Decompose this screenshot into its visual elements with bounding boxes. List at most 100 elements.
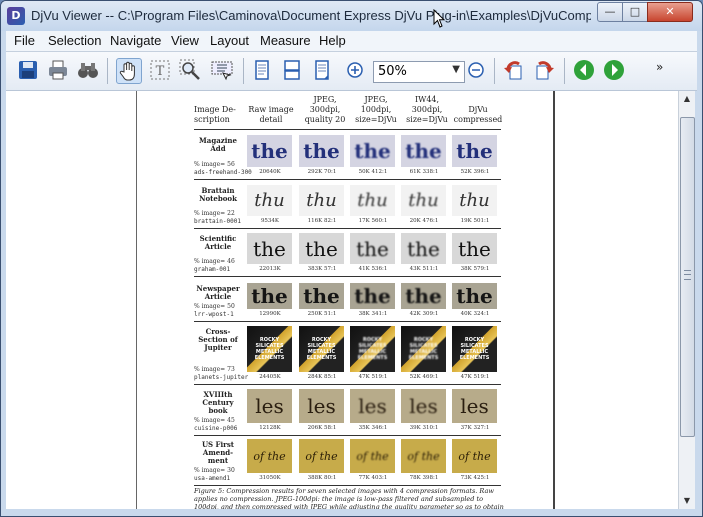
region-select-button[interactable] [210, 58, 234, 82]
more-chevron-icon[interactable]: » [656, 60, 663, 74]
maximize-button[interactable]: □ [622, 2, 648, 22]
text-select-icon: T [150, 60, 170, 80]
title-bar[interactable]: D DjVu Viewer -- C:\Program Files\Camino… [1, 1, 702, 31]
scroll-up-icon[interactable]: ▲ [679, 91, 695, 107]
document-page: Image De- scription Raw image detail JPE… [136, 91, 555, 509]
sample-word: the [305, 236, 338, 261]
zoom-out-button[interactable] [464, 58, 488, 82]
row-file-name: brattain-0001 [194, 218, 241, 225]
zoom-in-button[interactable] [343, 58, 367, 82]
size-ratio: 52K 396:1 [460, 169, 490, 175]
row-divider [194, 321, 501, 322]
menu-layout[interactable]: Layout [210, 33, 249, 48]
menu-help[interactable]: Help [319, 33, 346, 48]
size-ratio: 78K 398:1 [409, 475, 439, 481]
row-file-name: planets-jupiter [194, 374, 249, 381]
table-header-raw: Raw image detail [248, 105, 294, 124]
facing-page-button[interactable] [310, 58, 334, 82]
size-ratio: 40K 324:1 [460, 311, 490, 317]
text-select-button[interactable]: T [148, 58, 172, 82]
svg-text:T: T [156, 64, 165, 79]
find-button[interactable] [76, 58, 100, 82]
table-header-djvu: DjVu compressed [453, 105, 503, 124]
sample-image: ROCKY SILICATES METALLIC ELEMENTS [350, 326, 395, 372]
sample-word: the [354, 139, 391, 163]
zoom-out-icon [468, 62, 484, 78]
size-ratio: 20640K [259, 169, 281, 175]
size-ratio: 73K 425:1 [460, 475, 490, 481]
sample-image: ROCKY SILICATES METALLIC ELEMENTS [247, 326, 292, 372]
size-ratio: 52K 469:1 [409, 374, 439, 380]
djvu-app-icon[interactable]: D [7, 7, 25, 25]
document-view[interactable]: Image De- scription Raw image detail JPE… [6, 91, 678, 509]
zoom-select-button[interactable] [178, 58, 202, 82]
row-image-percent: % image= 46 [194, 258, 235, 265]
size-ratio: 17K 560:1 [358, 218, 388, 224]
menu-file[interactable]: File [14, 33, 35, 48]
menu-view[interactable]: View [171, 33, 199, 48]
forward-button[interactable] [602, 58, 626, 82]
row-file-name: cuisine-p006 [194, 425, 238, 432]
minimize-button[interactable]: — [597, 2, 623, 22]
sample-word: of the [356, 449, 389, 463]
sample-word: of the [253, 449, 286, 463]
sample-image: the [401, 135, 446, 167]
sample-image: the [247, 233, 292, 264]
vertical-scrollbar[interactable]: ▲ ▼ [678, 91, 695, 509]
hand-tool-button[interactable] [116, 58, 142, 84]
sample-image: the [299, 135, 344, 167]
sample-image: the [299, 283, 344, 309]
row-image-percent: % image= 30 [194, 467, 235, 474]
facing-page-icon [315, 60, 329, 80]
menu-measure[interactable]: Measure [260, 33, 311, 48]
sample-word: the [356, 236, 389, 261]
sample-word: ROCKY SILICATES METALLIC ELEMENTS [254, 337, 285, 361]
size-ratio: 12990K [259, 311, 281, 317]
sample-image: the [452, 233, 497, 264]
scroll-down-icon[interactable]: ▼ [679, 493, 695, 509]
sample-word: of the [458, 449, 491, 463]
back-button[interactable] [572, 58, 596, 82]
save-button[interactable] [16, 58, 40, 82]
rotate-right-button[interactable] [532, 58, 556, 82]
sample-image: thu [247, 185, 292, 216]
table-header-jpeg-100: JPEG, 100dpi, size=DjVu [355, 95, 397, 124]
single-page-icon [255, 60, 269, 80]
zoom-in-icon [347, 62, 363, 78]
menu-selection[interactable]: Selection [48, 33, 101, 48]
sample-word: the [456, 139, 493, 163]
sample-word: les [255, 394, 284, 418]
close-button[interactable]: ✕ [647, 2, 693, 22]
sample-word: thu [408, 190, 439, 211]
table-header-description: Image De- scription [194, 105, 236, 124]
size-ratio: 39K 310:1 [409, 425, 439, 431]
sample-image: the [452, 283, 497, 309]
dropdown-arrow-icon[interactable]: ▼ [452, 64, 460, 75]
sample-word: les [409, 394, 438, 418]
row-file-name: lrr-wpost-1 [194, 311, 234, 318]
zoom-level-select[interactable]: 50% ▼ [373, 61, 465, 83]
single-page-button[interactable] [250, 58, 274, 82]
rotate-left-button[interactable] [502, 58, 526, 82]
size-ratio: 41K 536:1 [358, 266, 388, 272]
toolbar-separator [107, 58, 108, 84]
sample-image: thu [350, 185, 395, 216]
scroll-thumb[interactable] [680, 117, 695, 437]
sample-image: the [401, 283, 446, 309]
sample-word: thu [459, 190, 490, 211]
row-name: XVIIIth Century book [202, 390, 234, 415]
sample-word: of the [305, 449, 338, 463]
size-ratio: 38K 341:1 [358, 311, 388, 317]
sample-word: the [253, 236, 286, 261]
print-button[interactable] [46, 58, 70, 82]
size-ratio: 61K 338:1 [409, 169, 439, 175]
sample-word: the [456, 284, 493, 308]
sample-image: the [350, 233, 395, 264]
sample-image: thu [401, 185, 446, 216]
menu-navigate[interactable]: Navigate [110, 33, 161, 48]
sample-word: of the [407, 449, 440, 463]
size-ratio: 37K 327:1 [460, 425, 490, 431]
size-ratio: 284K 85:1 [307, 374, 337, 380]
continuous-page-button[interactable] [280, 58, 304, 82]
sample-image: the [350, 283, 395, 309]
